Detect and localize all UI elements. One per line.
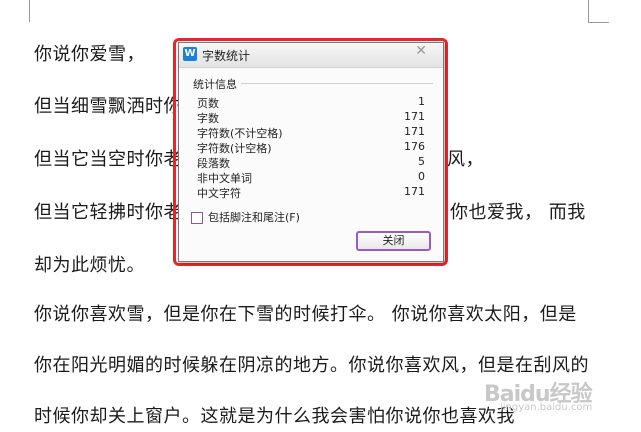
doc-paragraph-line: 你说你喜欢雪，但是你在下雪的时候打伞。 你说你喜欢太阳，但是 (34, 304, 577, 325)
group-divider (241, 83, 433, 84)
watermark-url: jingyan.baidu.com (500, 402, 593, 413)
checkbox-label: 包括脚注和尾注(F) (208, 211, 300, 224)
stat-label: 页数 (197, 97, 219, 110)
close-icon[interactable]: ✕ (415, 44, 427, 58)
baidu-watermark: Baidu经验 jingyan.baidu.com (484, 376, 593, 413)
dialog-title: 字数统计 (202, 49, 251, 63)
doc-paragraph-line: 但当它当空时你老 (34, 149, 182, 170)
word-count-dialog: W 字数统计 ✕ 统计信息 页数 1 字数 171 字符数(不计空格) 171 … (178, 42, 444, 262)
doc-paragraph-line: 但当它轻拂时你老 (34, 202, 182, 223)
stat-value: 0 (418, 170, 425, 183)
include-footnotes-checkbox[interactable] (191, 212, 203, 224)
doc-paragraph-line: 却为此烦忧。 (34, 255, 145, 276)
stat-value: 171 (404, 110, 425, 123)
stat-value: 5 (418, 155, 425, 168)
stat-value: 171 (404, 125, 425, 138)
stat-label: 非中文单词 (197, 172, 252, 185)
stat-row: 中文字符 171 (197, 185, 425, 200)
stat-row: 字数 171 (197, 110, 425, 125)
doc-paragraph-line: 你也爱我， 而我 (450, 202, 586, 223)
stat-label: 字符数(计空格) (197, 142, 272, 155)
page-corner-mark (588, 0, 609, 23)
doc-paragraph-line: 时候你却关上窗户。这就是为什么我会害怕你说你也喜欢我 (34, 406, 515, 427)
stat-value: 176 (404, 140, 425, 153)
stat-row: 字符数(不计空格) 171 (197, 125, 425, 140)
group-label: 统计信息 (193, 78, 237, 91)
stat-row: 页数 1 (197, 95, 425, 110)
stat-row: 字符数(计空格) 176 (197, 140, 425, 155)
page-corner-mark (29, 0, 30, 22)
stat-label: 段落数 (197, 157, 230, 170)
dialog-titlebar[interactable]: W 字数统计 ✕ (179, 43, 443, 68)
doc-paragraph-line: 你说你爱雪， (34, 44, 145, 65)
wps-writer-icon: W (183, 47, 197, 61)
stat-row: 非中文单词 0 (197, 170, 425, 185)
stat-value: 1 (418, 95, 425, 108)
doc-paragraph-line: 你在阳光明媚的时候躲在阴凉的地方。你说你喜欢风，但是在刮风的 (34, 355, 589, 376)
doc-paragraph-line: 风， (447, 149, 484, 170)
doc-paragraph-line: 但当细雪飘洒时你 (34, 96, 182, 117)
stat-value: 171 (404, 185, 425, 198)
stat-label: 字符数(不计空格) (197, 127, 283, 140)
stat-label: 字数 (197, 112, 219, 125)
stat-label: 中文字符 (197, 187, 241, 200)
stat-row: 段落数 5 (197, 155, 425, 170)
close-button[interactable]: 关闭 (356, 231, 431, 251)
include-footnotes-option[interactable]: 包括脚注和尾注(F) (191, 209, 300, 225)
